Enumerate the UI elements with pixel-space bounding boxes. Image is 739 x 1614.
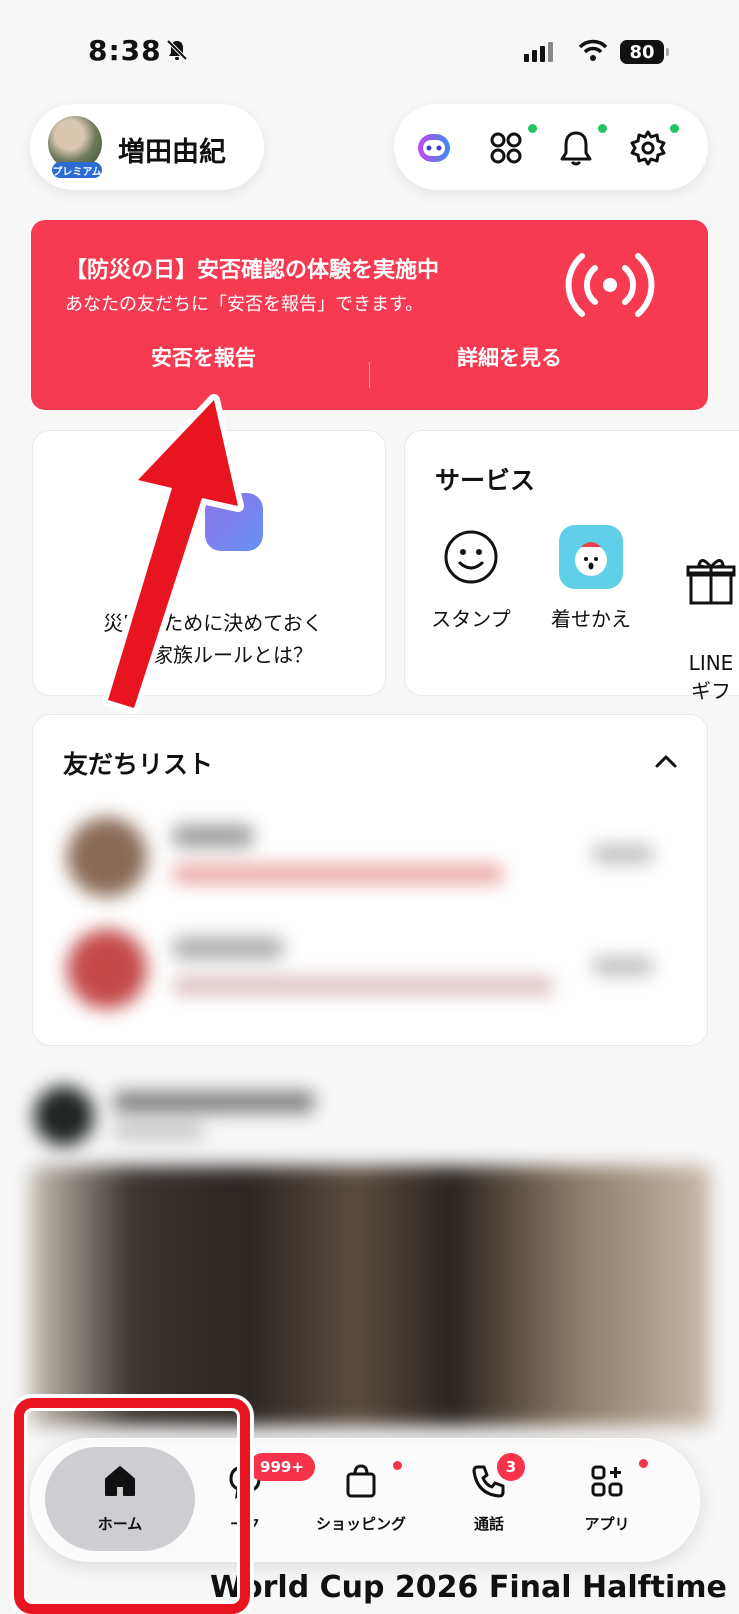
friends-list-card: 友だちリスト — [32, 714, 708, 1046]
disaster-drill-banner: 【防災の日】安否確認の体験を実施中 あなたの友だちに「安否を報告」できます。 安… — [31, 220, 708, 410]
apps-icon — [591, 1465, 623, 1497]
view-details-button[interactable]: 詳細を見る — [457, 342, 562, 372]
service-gift[interactable]: LINE ギフ — [663, 525, 739, 728]
header-actions — [394, 104, 708, 190]
tab-shopping[interactable]: ショッピング — [301, 1461, 421, 1534]
feed-author — [114, 1092, 314, 1112]
notification-bell-icon[interactable] — [556, 128, 596, 168]
tab-label: ショッピング — [315, 1515, 406, 1533]
group-status — [173, 977, 553, 995]
friend-avatar — [67, 817, 147, 897]
group-avatar — [67, 929, 147, 1009]
friend-meta — [593, 845, 653, 863]
bell-muted-icon — [166, 39, 188, 61]
new-indicator-dot — [528, 124, 537, 133]
settings-gear-icon[interactable] — [628, 128, 668, 168]
group-meta — [593, 957, 653, 975]
services-card: サービス スタンプ 着せかえ LINE ギフ — [404, 430, 739, 703]
friend-status — [173, 865, 503, 883]
wifi-icon — [578, 39, 608, 61]
battery-indicator: 80 — [620, 40, 669, 64]
username: 増田由紀 — [118, 137, 226, 168]
new-indicator-dot — [670, 124, 679, 133]
service-stickers[interactable]: スタンプ — [423, 525, 519, 632]
premium-badge: プレミアム — [52, 162, 102, 178]
new-indicator-dot — [598, 124, 607, 133]
report-safety-button[interactable]: 安否を報告 — [151, 342, 256, 372]
apps-new-dot — [639, 1459, 648, 1468]
shopping-new-dot — [393, 1461, 402, 1470]
group-name — [173, 937, 283, 959]
shopping-bag-icon — [346, 1464, 376, 1498]
annotation-highlight-box — [14, 1398, 250, 1614]
calls-missed-badge: 3 — [497, 1453, 525, 1481]
service-themes[interactable]: 着せかえ — [543, 525, 639, 632]
feed-avatar — [34, 1086, 94, 1146]
status-time: 8:38 — [88, 34, 162, 67]
tab-label: 通話 — [473, 1515, 504, 1533]
theme-character-icon — [559, 525, 623, 589]
divider — [369, 362, 370, 388]
broadcast-icon — [565, 253, 655, 317]
tab-apps[interactable]: アプリ — [557, 1461, 657, 1534]
feed-image — [30, 1166, 710, 1426]
feed-timestamp — [114, 1124, 204, 1138]
friends-list-blurred — [33, 803, 707, 1043]
tab-label: アプリ — [584, 1515, 630, 1533]
banner-title: 【防災の日】安否確認の体験を実施中 — [65, 258, 440, 283]
service-label: 着せかえ — [551, 607, 631, 631]
apps-grid-icon[interactable] — [486, 128, 526, 168]
cellular-signal-icon — [524, 42, 553, 62]
service-label: スタンプ — [431, 607, 511, 631]
banner-subtitle: あなたの友だちに「安否を報告」できます。 — [65, 294, 424, 315]
chevron-up-icon[interactable] — [653, 751, 679, 771]
service-label: LINE ギフ — [688, 651, 734, 703]
annotation-arrow-icon — [102, 394, 244, 714]
services-title: サービス — [435, 466, 536, 495]
gift-icon — [679, 549, 739, 613]
profile-button[interactable]: プレミアム 増田由紀 — [30, 104, 264, 190]
ai-assistant-icon[interactable] — [414, 128, 454, 168]
friend-name — [173, 825, 253, 847]
smiley-icon — [439, 525, 503, 589]
friends-list-title: 友だちリスト — [63, 750, 214, 779]
